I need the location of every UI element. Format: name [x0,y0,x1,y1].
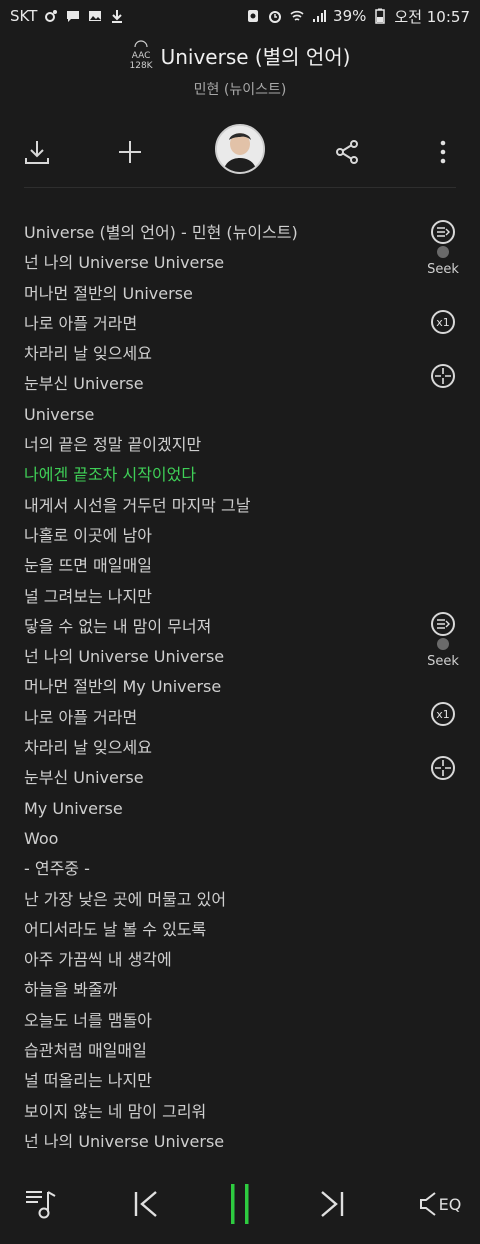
lyric-line[interactable]: 눈부신 Universe [24,369,424,399]
lyric-line[interactable]: 차라리 날 잊으세요 [24,339,424,369]
lyric-line[interactable]: 난 가장 낮은 곳에 머물고 있어 [24,885,424,915]
player-controls: EQ [0,1170,480,1244]
lyric-line[interactable]: 머나먼 절반의 My Universe [24,672,424,702]
message-icon [65,8,81,24]
lyric-line[interactable]: Universe [24,400,424,430]
lyric-sync-icon [431,220,455,244]
record-icon [245,8,261,24]
lyric-line[interactable]: 아주 가끔씩 내 생각에 [24,945,424,975]
alarm-icon [267,8,283,24]
image-icon [87,8,103,24]
lyric-line[interactable]: 넌 나의 Universe Universe [24,1127,424,1148]
focus-current-lyric-button[interactable] [418,364,468,388]
focus-current-lyric-button-2[interactable] [418,756,468,780]
lyric-line[interactable]: 나로 아플 거라면 [24,703,424,733]
lyric-line[interactable]: 하늘을 봐줄까 [24,975,424,1005]
speed-label: x1 [431,310,455,334]
share-icon [336,140,358,164]
swing-icon [43,8,59,24]
lyric-line[interactable]: 어디서라도 날 볼 수 있도록 [24,915,424,945]
pause-icon [231,1184,249,1224]
lyric-line[interactable]: 내게서 시선을 거두던 마지막 그날 [24,491,424,521]
more-options-button[interactable] [418,122,468,182]
pause-button[interactable] [212,1170,268,1238]
next-button[interactable] [304,1170,360,1238]
artist-photo [217,126,263,172]
seek-control-2[interactable]: Seek [418,612,468,669]
download-icon [25,141,49,164]
lyric-line[interactable]: Universe (별의 언어) - 민현 (뉴이스트) [24,218,424,248]
seek-toggle[interactable] [437,638,449,650]
lyric-line[interactable]: 차라리 날 잊으세요 [24,733,424,763]
seek-control[interactable]: Seek [418,220,468,277]
download-icon [109,8,125,24]
speed-button[interactable]: x1 [418,310,468,334]
seek-label: Seek [427,262,459,277]
download-button[interactable] [12,122,62,182]
bitrate-label: 128K [129,61,153,71]
lyric-line[interactable]: - 연주중 - [24,854,424,884]
lyric-line[interactable]: 너의 끝은 정말 끝이겠지만 [24,430,424,460]
lyric-line[interactable]: 나로 아플 거라면 [24,309,424,339]
add-to-playlist-button[interactable] [105,122,155,182]
current-lyric-line[interactable]: 나에겐 끝조차 시작이었다 [24,460,424,490]
action-toolbar [0,122,480,182]
codec-label: AAC [131,51,151,61]
clock: 오전 10:57 [394,7,470,26]
playlist-icon [26,1191,56,1219]
lyric-line[interactable]: 넌 나의 Universe Universe [24,642,424,672]
lyric-line[interactable]: 나홀로 이곳에 남아 [24,521,424,551]
song-header: AAC 128K Universe (별의 언어) 민현 (뉴이스트) [0,40,480,99]
song-title: Universe (별의 언어) [160,45,351,69]
lyric-line[interactable]: 널 떠올리는 나지만 [24,1066,424,1096]
battery-icon [372,8,388,24]
lyric-line[interactable]: 오늘도 너를 맴돌아 [24,1006,424,1036]
signal-icon [311,8,327,24]
previous-icon [134,1191,157,1217]
lyric-sync-icon [431,612,455,636]
seek-label: Seek [427,654,459,669]
speed-label: x1 [431,702,455,726]
add-icon [119,141,141,163]
status-bar: SKT 39% 오전 10:57 [0,0,480,32]
seek-toggle[interactable] [437,246,449,258]
playlist-button[interactable] [14,1170,70,1238]
lyric-line[interactable]: 널 그려보는 나지만 [24,582,424,612]
battery-percent: 39% [333,7,367,25]
wave-icon [134,40,148,48]
speaker-icon [419,1192,436,1216]
speed-button-2[interactable]: x1 [418,702,468,726]
equalizer-button[interactable]: EQ [410,1170,470,1238]
artist-name[interactable]: 민현 (뉴이스트) [0,79,480,99]
lyric-line[interactable]: 눈을 뜨면 매일매일 [24,551,424,581]
lyric-line[interactable]: 습관처럼 매일매일 [24,1036,424,1066]
crosshair-icon [431,364,455,388]
crosshair-icon [431,756,455,780]
lyrics-list[interactable]: Universe (별의 언어) - 민현 (뉴이스트) 넌 나의 Univers… [24,218,424,1148]
header-divider [24,187,456,188]
lyric-line[interactable]: 닿을 수 없는 내 맘이 무너져 [24,612,424,642]
share-button[interactable] [322,122,372,182]
carrier-label: SKT [10,7,38,25]
lyric-line[interactable]: 눈부신 Universe [24,763,424,793]
wifi-icon [289,8,305,24]
eq-label: EQ [438,1194,462,1214]
lyric-line[interactable]: 보이지 않는 네 맘이 그리워 [24,1097,424,1127]
codec-badge: AAC 128K [130,40,153,71]
next-icon [321,1191,344,1217]
previous-button[interactable] [118,1170,174,1238]
artist-avatar[interactable] [215,124,265,174]
more-icon [440,140,446,164]
lyric-line[interactable]: Woo [24,824,424,854]
lyric-line[interactable]: 머나먼 절반의 Universe [24,279,424,309]
lyric-line[interactable]: 넌 나의 Universe Universe [24,248,424,278]
lyric-line[interactable]: My Universe [24,794,424,824]
